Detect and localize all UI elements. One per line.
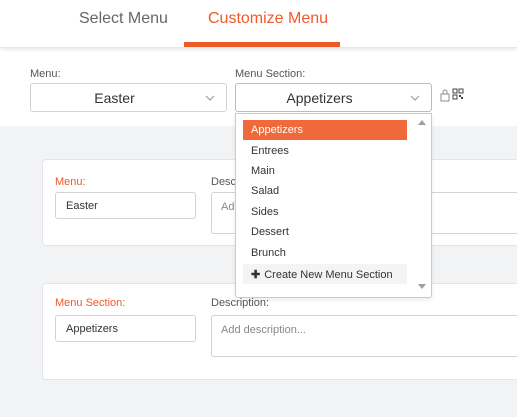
tab-select-menu[interactable]: Select Menu xyxy=(79,10,168,28)
tab-customize-menu[interactable]: Customize Menu xyxy=(208,10,328,28)
dropdown-item-brunch[interactable]: Brunch xyxy=(243,243,407,263)
menu-select-label: Menu: xyxy=(30,68,61,80)
dropdown-item-entrees[interactable]: Entrees xyxy=(243,141,407,161)
plus-icon: ✚ xyxy=(251,269,261,281)
dropdown-item-dessert[interactable]: Dessert xyxy=(243,222,407,242)
active-tab-indicator xyxy=(184,42,340,47)
section-field-label: Menu Section: xyxy=(55,297,126,309)
menu-description-label: Desc xyxy=(211,176,237,188)
menu-name-input[interactable]: Easter xyxy=(55,192,196,219)
section-description-input[interactable]: Add description... xyxy=(211,315,517,357)
section-select-label: Menu Section: xyxy=(235,68,306,80)
section-dropdown: Appetizers Entrees Main Salad Sides Dess… xyxy=(235,113,432,298)
section-select-value: Appetizers xyxy=(286,90,353,106)
lock-icon[interactable] xyxy=(440,89,450,102)
chevron-down-icon xyxy=(410,95,420,101)
tab-bar: Select Menu Customize Menu xyxy=(0,0,517,48)
qr-code-icon[interactable] xyxy=(452,88,464,100)
chevron-down-icon xyxy=(205,95,215,101)
scroll-down-arrow[interactable] xyxy=(418,284,426,289)
menu-select-value: Easter xyxy=(94,90,135,106)
menu-select[interactable]: Easter xyxy=(30,83,227,112)
section-tools xyxy=(440,88,464,102)
section-description-label: Description: xyxy=(211,297,270,309)
menu-field-label: Menu: xyxy=(55,176,86,188)
dropdown-item-salad[interactable]: Salad xyxy=(243,181,407,201)
scroll-up-arrow[interactable] xyxy=(418,120,426,125)
section-select[interactable]: Appetizers xyxy=(235,83,432,112)
create-section-label: Create New Menu Section xyxy=(264,269,393,281)
dropdown-item-main[interactable]: Main xyxy=(243,161,407,181)
dropdown-item-sides[interactable]: Sides xyxy=(243,202,407,222)
dropdown-item-appetizers[interactable]: Appetizers xyxy=(243,120,407,140)
create-section-button[interactable]: ✚ Create New Menu Section xyxy=(243,264,407,284)
section-name-input[interactable]: Appetizers xyxy=(55,315,196,342)
